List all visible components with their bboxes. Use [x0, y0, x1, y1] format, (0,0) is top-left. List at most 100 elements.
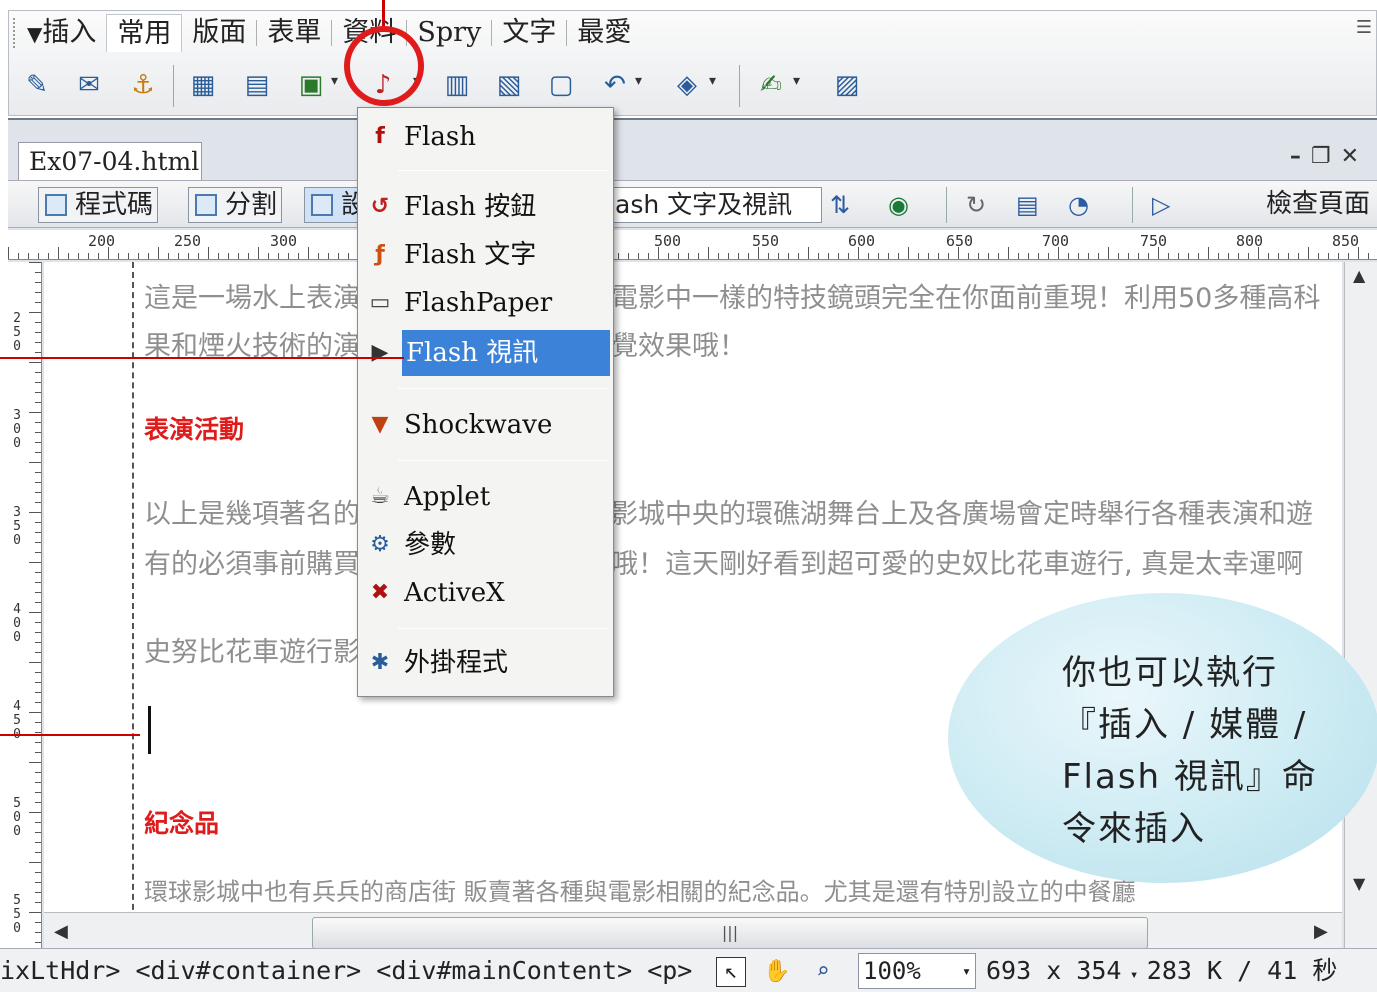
minimize-icon[interactable]: –: [1290, 144, 1311, 169]
panel-grip[interactable]: [13, 18, 23, 48]
tab-spry[interactable]: Spry: [407, 14, 491, 52]
ruler-tick: [978, 253, 979, 259]
restore-icon[interactable]: ❐: [1311, 144, 1341, 169]
zoom-tool-icon[interactable]: ⌕: [808, 957, 838, 987]
ruler-label: 5 5 0: [13, 893, 21, 936]
paragraph-line: 有的必須事前購買 哦！這天剛好看到超可愛的史奴比花車遊行, 真是太幸運啊: [144, 549, 1304, 580]
image-icon[interactable]: ▣: [293, 67, 329, 103]
close-icon[interactable]: ✕: [1341, 144, 1369, 169]
ruler-tick: [238, 253, 239, 259]
ruler-label: 5 0 0: [13, 796, 21, 839]
scroll-down-icon[interactable]: ▼: [1353, 874, 1365, 893]
menu-item-activex[interactable]: ✖ ActiveX: [358, 570, 613, 616]
templates-dropdown-icon[interactable]: ▾: [793, 73, 800, 89]
hyperlink-icon[interactable]: ✎: [19, 67, 55, 103]
zoom-select[interactable]: 100% ▾: [858, 953, 976, 989]
comment-icon[interactable]: ▢: [543, 67, 579, 103]
tab-common[interactable]: 常用: [106, 14, 183, 52]
ruler-tick: [35, 442, 41, 443]
ruler-tick: [29, 362, 41, 363]
check-page-button[interactable]: 檢查頁面: [1214, 187, 1370, 221]
menu-item-plugin[interactable]: ✱ 外掛程式: [358, 640, 613, 686]
menu-item-flash-video[interactable]: ▶ Flash 視訊: [358, 330, 613, 376]
ruler-tick: [1248, 253, 1249, 259]
scrollbar-thumb[interactable]: |||: [312, 917, 1148, 949]
scroll-left-icon[interactable]: ◀: [54, 921, 68, 942]
tag-selector[interactable]: ixLtHdr> <div#container> <div#mainConten…: [0, 949, 692, 993]
design-view-icon: [311, 194, 333, 216]
ruler-tick: [1088, 253, 1089, 259]
tab-forms[interactable]: 表單: [257, 14, 331, 52]
menu-item-flash-text[interactable]: ƒ Flash 文字: [358, 232, 613, 278]
activex-icon: ✖: [370, 580, 390, 605]
ruler-tick: [208, 247, 209, 259]
ruler-tick: [908, 247, 909, 259]
menu-item-applet[interactable]: ☕ Applet: [358, 474, 613, 520]
div-tag-icon[interactable]: ▤: [239, 67, 275, 103]
tab-layout[interactable]: 版面: [182, 14, 256, 52]
file-management-icon[interactable]: ⇅: [830, 191, 850, 219]
ruler-tick: [29, 312, 41, 313]
menu-item-flashpaper[interactable]: ▭ FlashPaper: [358, 280, 613, 326]
ruler-tick: [668, 253, 669, 259]
ruler-tick: [1108, 247, 1109, 259]
tab-favorites[interactable]: 最愛: [567, 14, 641, 52]
ruler-tick: [1118, 253, 1119, 259]
window-controls[interactable]: –❐✕: [1290, 144, 1369, 169]
design-view-button[interactable]: 設: [304, 187, 367, 223]
preview-browser-icon[interactable]: ◉: [888, 191, 909, 219]
menu-item-flash-button[interactable]: ↺ Flash 按鈕: [358, 184, 613, 230]
ruler-tick: [848, 253, 849, 259]
ruler-tick: [35, 282, 41, 283]
templates-icon[interactable]: ✍: [753, 67, 789, 103]
ruler-label: 700: [1042, 232, 1070, 250]
insert-category-menu[interactable]: ▼插入: [23, 14, 106, 52]
hand-tool-icon[interactable]: ✋: [762, 957, 792, 987]
document-tab[interactable]: Ex07-04.html: [18, 142, 202, 180]
ruler-tick: [1008, 247, 1009, 259]
vertical-scrollbar[interactable]: ▲ ▼: [1344, 262, 1377, 950]
ruler-tick: [728, 253, 729, 259]
ruler-tick: [29, 462, 41, 463]
ruler-tick: [35, 792, 41, 793]
tag-chooser-icon[interactable]: ▨: [829, 67, 865, 103]
server-side-include-icon[interactable]: ▧: [491, 67, 527, 103]
script-icon[interactable]: ◈: [669, 67, 705, 103]
script-dropdown-icon[interactable]: ▾: [709, 73, 716, 89]
ruler-label: 200: [88, 232, 116, 250]
window-size-info[interactable]: 693 x 354 ▾ 283 K / 41 秒: [986, 949, 1337, 997]
menu-item-shockwave[interactable]: ▼ Shockwave: [358, 402, 613, 448]
refresh-icon[interactable]: ↻: [966, 191, 986, 219]
split-view-button[interactable]: 分割: [188, 187, 283, 223]
menu-item-parameter[interactable]: ⚙ 參數: [358, 522, 613, 568]
view-options-icon[interactable]: ▤: [1016, 191, 1039, 219]
image-dropdown-icon[interactable]: ▾: [331, 73, 338, 89]
code-view-button[interactable]: 程式碼: [38, 187, 159, 223]
select-tool-icon[interactable]: ↖: [716, 957, 746, 987]
head-dropdown-icon[interactable]: ▾: [635, 73, 642, 89]
menu-separator: [398, 460, 608, 461]
named-anchor-icon[interactable]: ⚓: [125, 67, 161, 103]
ruler-tick: [29, 762, 41, 763]
validate-markup-icon[interactable]: ▷: [1152, 191, 1170, 219]
ruler-tick: [35, 852, 41, 853]
scroll-right-icon[interactable]: ▶: [1314, 921, 1328, 942]
menu-item-flash[interactable]: f Flash: [358, 114, 613, 160]
tab-text[interactable]: 文字: [492, 14, 566, 52]
ruler-tick: [35, 482, 41, 483]
horizontal-scrollbar[interactable]: ◀ ||| ▶: [44, 912, 1342, 952]
container-border: [132, 262, 134, 950]
table-icon[interactable]: ▦: [185, 67, 221, 103]
menu-separator: [398, 388, 608, 389]
email-link-icon[interactable]: ✉: [71, 67, 107, 103]
date-icon[interactable]: ▥: [439, 67, 475, 103]
ruler-tick: [35, 302, 41, 303]
scroll-up-icon[interactable]: ▲: [1353, 266, 1365, 285]
menu-item-label: Flash 文字: [404, 240, 537, 270]
head-icon[interactable]: ↶: [597, 67, 633, 103]
ruler-tick: [29, 712, 41, 713]
visual-aids-icon[interactable]: ◔: [1068, 191, 1089, 219]
document-title-input[interactable]: ash 文字及視訊: [608, 187, 822, 223]
toolbar-divider: [173, 65, 174, 107]
panel-options-icon[interactable]: ☰: [1356, 17, 1372, 38]
